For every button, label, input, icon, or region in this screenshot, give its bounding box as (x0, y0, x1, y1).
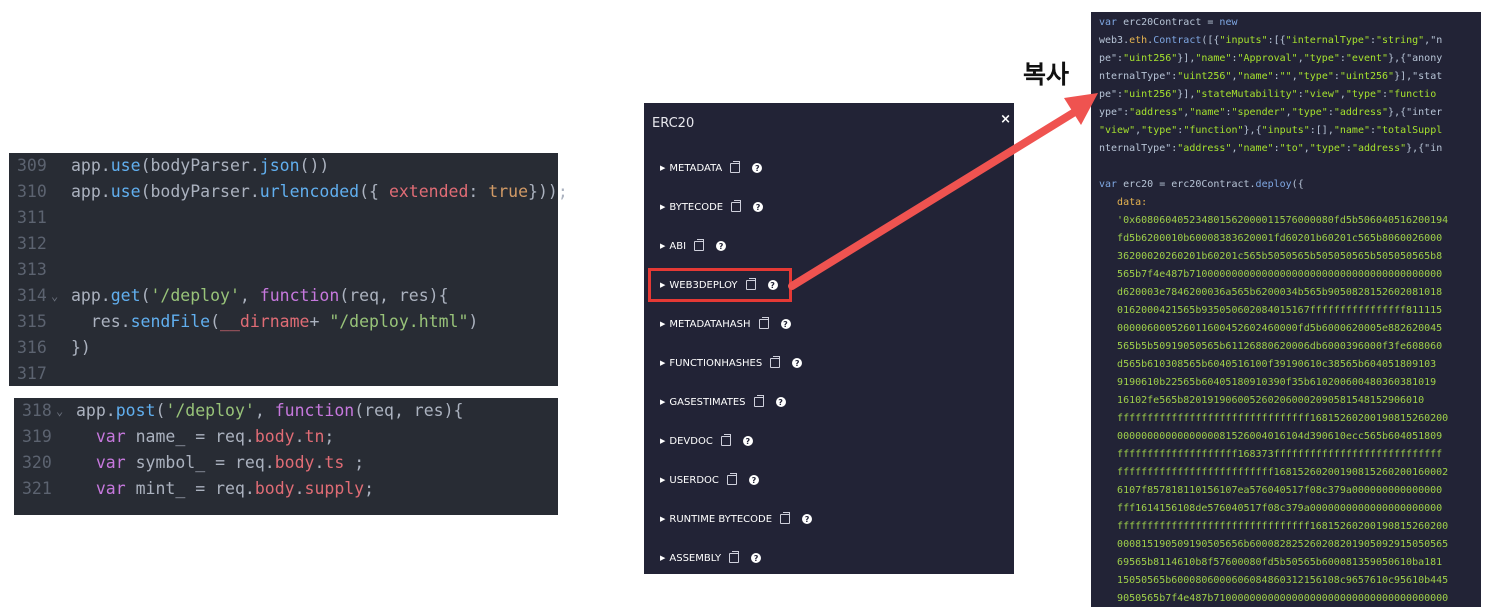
arrow-head (1064, 93, 1098, 125)
arrow-shaft (788, 106, 1082, 290)
annotation-arrow (788, 93, 1098, 290)
